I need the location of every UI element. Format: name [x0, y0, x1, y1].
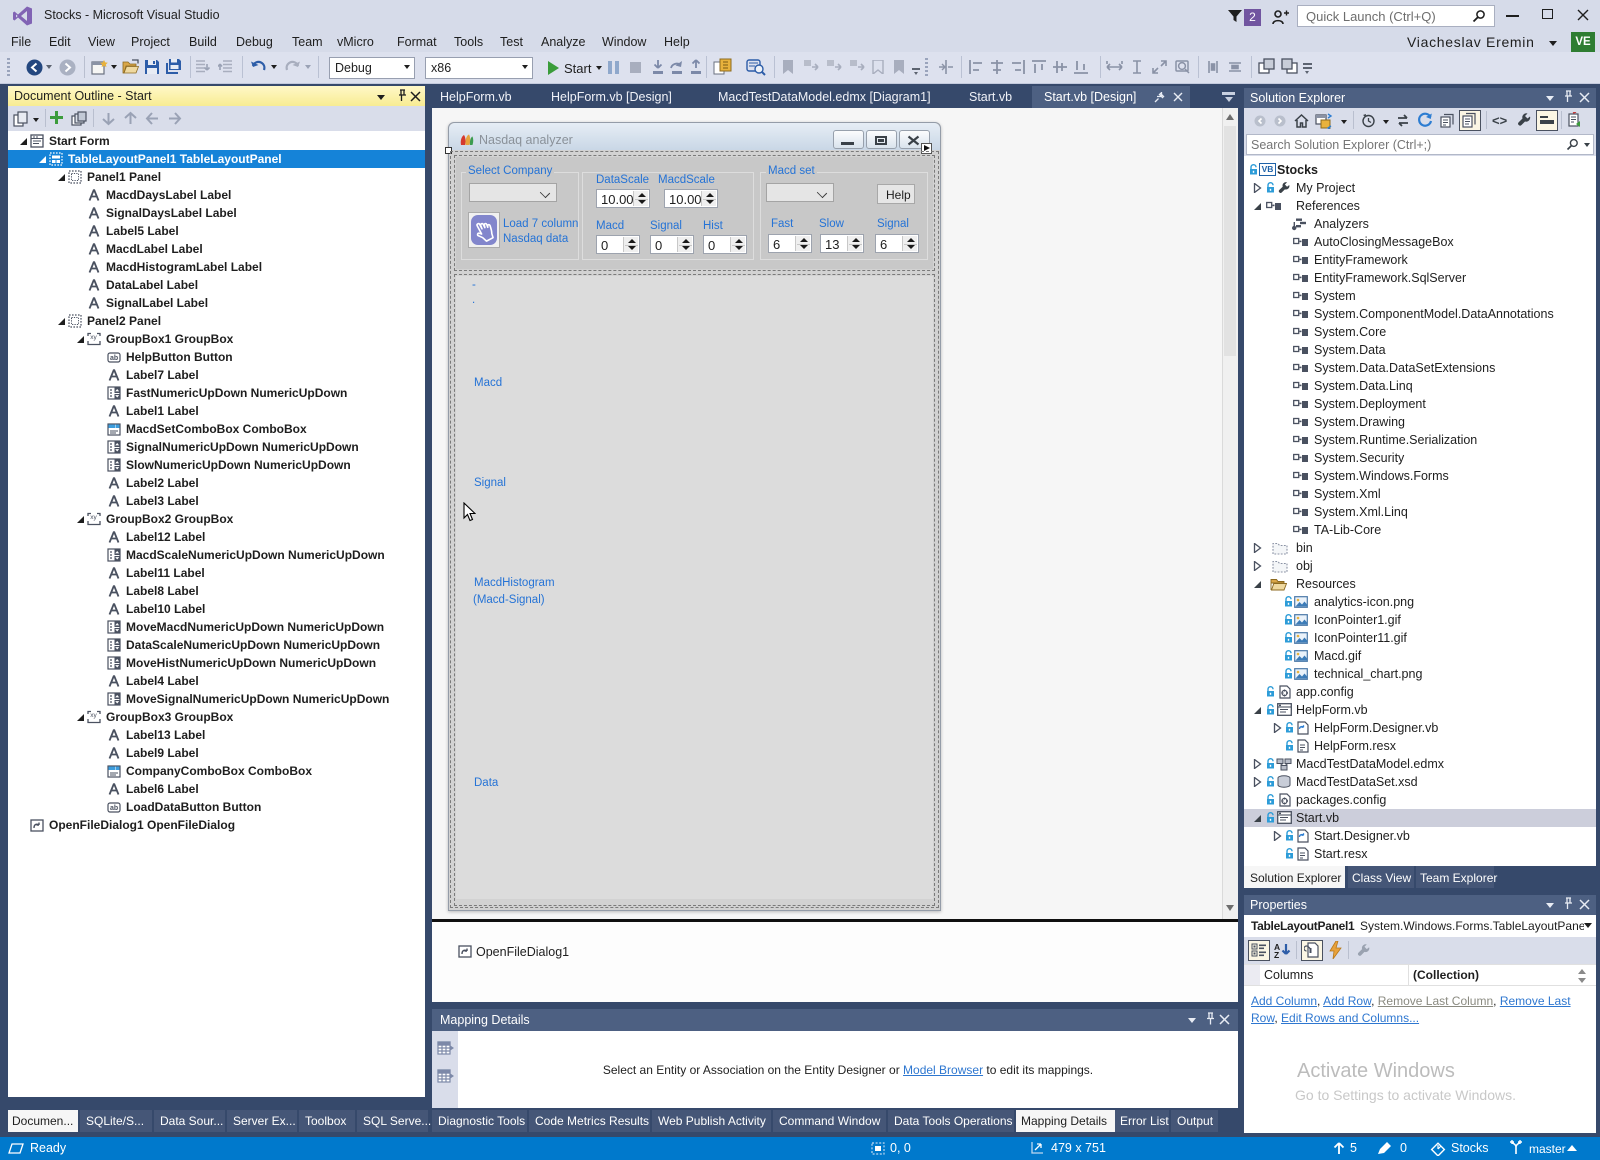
svg-text:xy: xy — [90, 514, 97, 521]
svg-text:xy: xy — [90, 712, 97, 719]
svg-text:ab: ab — [110, 355, 118, 362]
svg-text:Z: Z — [1274, 950, 1279, 959]
svg-text:ab: ab — [110, 805, 118, 812]
svg-text:xy: xy — [90, 334, 97, 341]
